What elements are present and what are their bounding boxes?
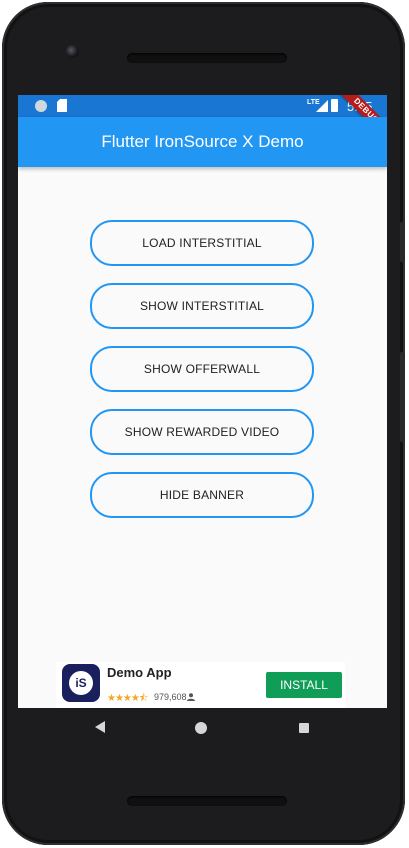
sd-card-icon [57, 99, 67, 112]
signal-icon [316, 100, 328, 112]
show-interstitial-button[interactable]: SHOW INTERSTITIAL [90, 283, 314, 329]
show-rewarded-video-button[interactable]: SHOW REWARDED VIDEO [90, 409, 314, 455]
power-key [400, 222, 405, 262]
ad-app-name: Demo App [107, 665, 172, 680]
device-screen: LTE 5:35 DEBUG Flutter IronSource X Demo… [18, 95, 387, 708]
app-bar: Flutter IronSource X Demo [18, 117, 387, 167]
bottom-speaker-grille [127, 796, 287, 806]
recents-icon[interactable] [299, 723, 309, 733]
top-speaker-grille [127, 53, 287, 63]
load-interstitial-button[interactable]: LOAD INTERSTITIAL [90, 220, 314, 266]
show-offerwall-button[interactable]: SHOW OFFERWALL [90, 346, 314, 392]
hide-banner-button[interactable]: HIDE BANNER [90, 472, 314, 518]
ad-install-count: 979,608 [154, 692, 187, 702]
status-bar: LTE 5:35 DEBUG [18, 95, 387, 146]
front-camera [66, 45, 79, 58]
battery-icon [331, 99, 338, 112]
volume-key [400, 352, 405, 442]
install-button[interactable]: INSTALL [266, 672, 342, 698]
ad-rating-stars: ★★★★⯪ [107, 693, 148, 704]
banner-ad[interactable]: iS Demo App ★★★★⯪ 979,608 INSTALL [56, 662, 345, 708]
user-icon [187, 693, 195, 701]
ironsource-logo-icon: iS [69, 671, 93, 695]
home-icon[interactable] [195, 722, 207, 734]
navigation-bar [18, 708, 387, 752]
notification-circle-icon [35, 100, 47, 112]
ad-app-icon[interactable]: iS [62, 664, 100, 702]
page-title: Flutter IronSource X Demo [101, 132, 304, 151]
back-icon[interactable] [95, 721, 105, 733]
